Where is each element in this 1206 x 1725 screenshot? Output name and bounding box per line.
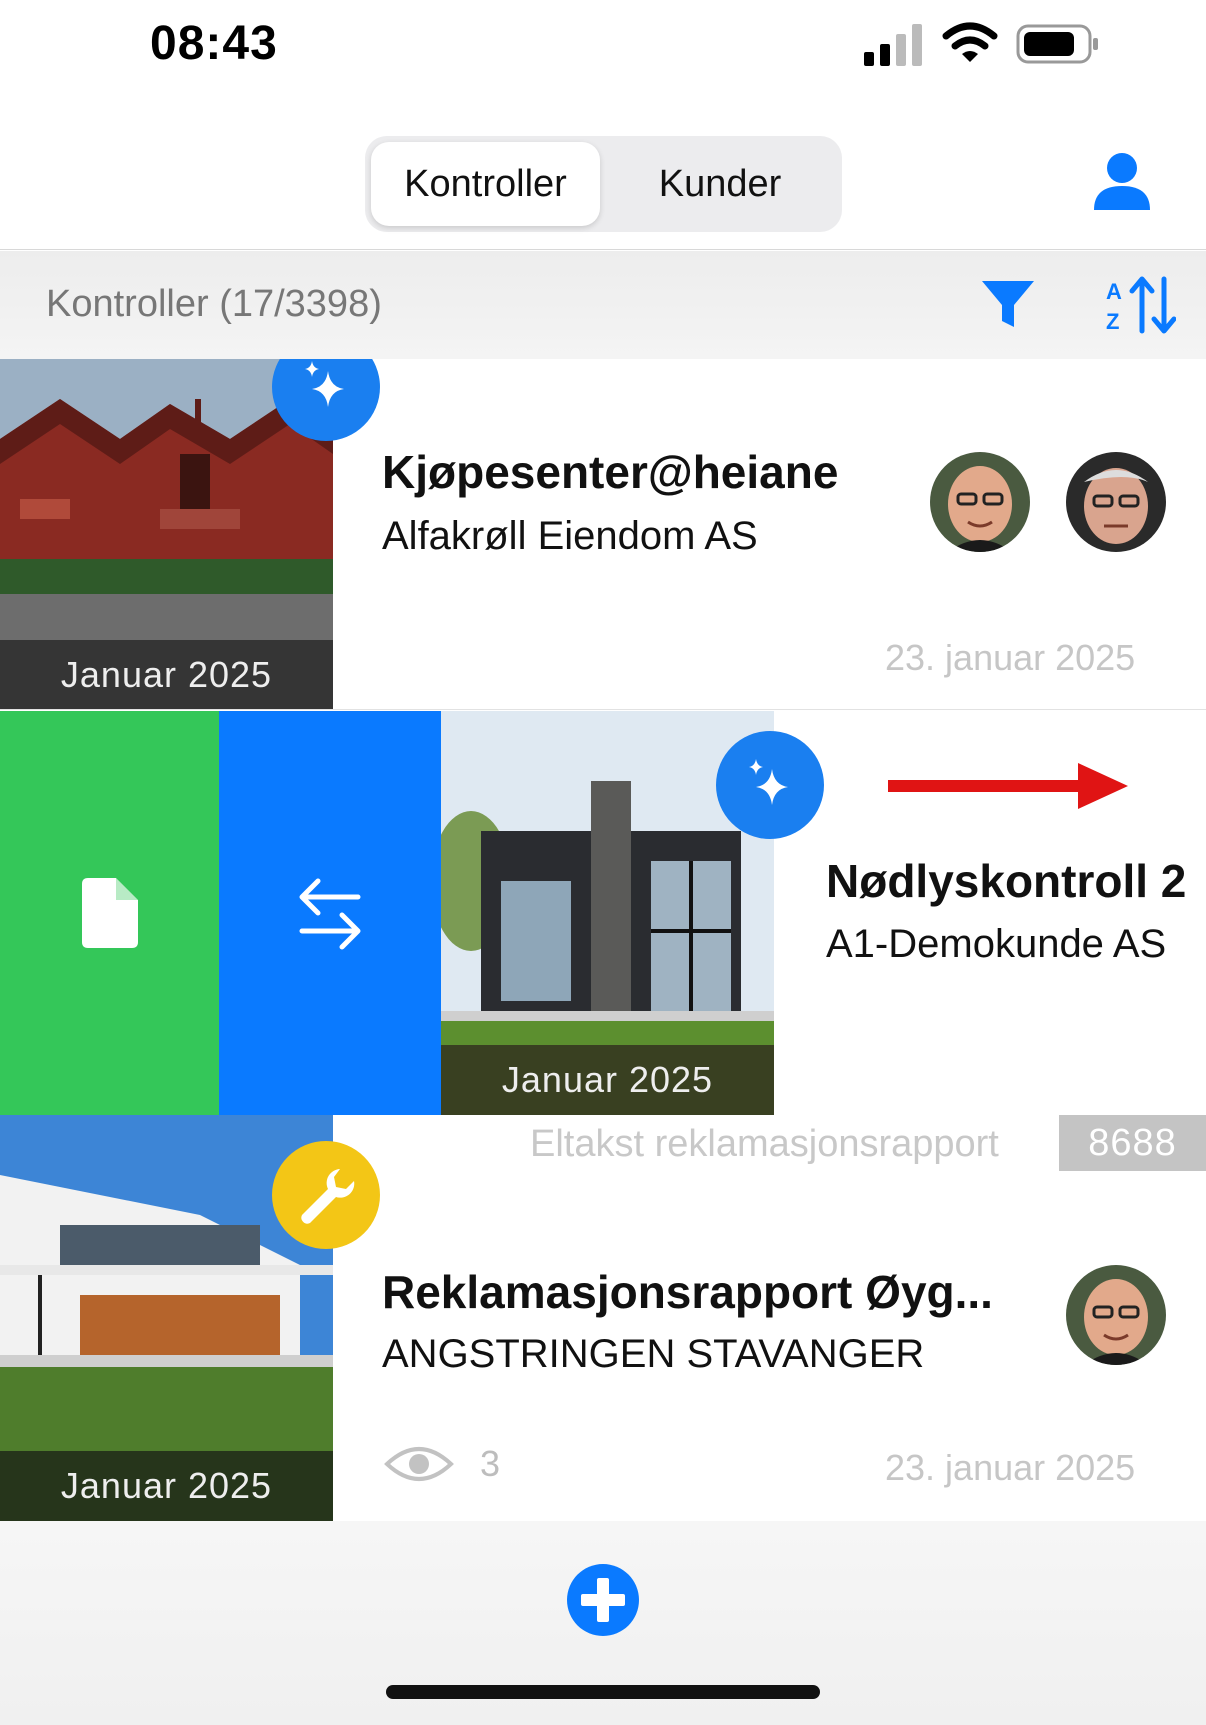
views-indicator: 3 (384, 1442, 500, 1486)
list-item-swiped[interactable]: Januar 2025 Nødlyskontroll 2 A1-Demokund… (0, 711, 1206, 1115)
battery-icon (1016, 24, 1098, 64)
section-header: Kontroller (17/3398) A Z (0, 251, 1206, 359)
top-header: Kontroller Kunder (0, 100, 1206, 250)
tab-kunder[interactable]: Kunder (605, 142, 835, 226)
item-subtitle: ANGSTRINGEN STAVANGER (382, 1332, 925, 1376)
annotation-arrow (888, 763, 1128, 809)
report-number-badge: 8688 (1059, 1115, 1206, 1171)
document-action-button[interactable] (0, 711, 219, 1115)
status-bar: 08:43 (0, 0, 1206, 100)
list-item[interactable]: Januar 2025 Kjøpesenter@heiane Alfakrøll… (0, 359, 1206, 710)
swap-action-button[interactable] (219, 711, 441, 1115)
list-item[interactable]: Januar 2025 Eltakst reklamasjonsrapport … (0, 1115, 1206, 1521)
wrench-icon (272, 1141, 380, 1249)
tab-kontroller[interactable]: Kontroller (371, 142, 600, 226)
svg-text:A: A (1106, 279, 1122, 304)
home-indicator (386, 1685, 820, 1699)
thumbnail-caption: Januar 2025 (0, 640, 333, 709)
report-type-label: Eltakst reklamasjonsrapport (530, 1123, 999, 1165)
thumbnail-caption: Januar 2025 (441, 1045, 774, 1115)
thumbnail-caption: Januar 2025 (0, 1451, 333, 1521)
avatar (930, 452, 1030, 552)
item-subtitle: Alfakrøll Eiendom AS (382, 514, 758, 558)
item-subtitle: A1-Demokunde AS (826, 922, 1167, 966)
add-icon[interactable] (566, 1563, 640, 1637)
profile-icon[interactable] (1090, 150, 1154, 214)
svg-text:Z: Z (1106, 309, 1119, 334)
eye-icon (384, 1447, 454, 1481)
avatar (1066, 1265, 1166, 1365)
item-title: Nødlyskontroll 2 (826, 855, 1187, 907)
wifi-icon (942, 22, 998, 62)
views-count: 3 (480, 1443, 501, 1484)
section-title: Kontroller (17/3398) (46, 283, 382, 325)
bottom-toolbar (0, 1521, 1206, 1725)
avatar (1066, 452, 1166, 552)
item-title: Kjøpesenter@heiane (382, 446, 839, 498)
filter-icon[interactable] (980, 277, 1036, 333)
item-title: Reklamasjonsrapport Øyg... (382, 1266, 993, 1318)
status-time: 08:43 (150, 17, 278, 70)
sparkles-icon (716, 731, 824, 839)
sort-az-icon[interactable]: A Z (1104, 275, 1176, 335)
item-date: 23. januar 2025 (885, 637, 1136, 678)
cellular-signal-icon (864, 24, 922, 66)
segmented-control: Kontroller Kunder (365, 136, 842, 232)
document-icon (81, 878, 138, 948)
item-date: 23. januar 2025 (885, 1447, 1136, 1488)
swap-arrows-icon (299, 878, 361, 950)
